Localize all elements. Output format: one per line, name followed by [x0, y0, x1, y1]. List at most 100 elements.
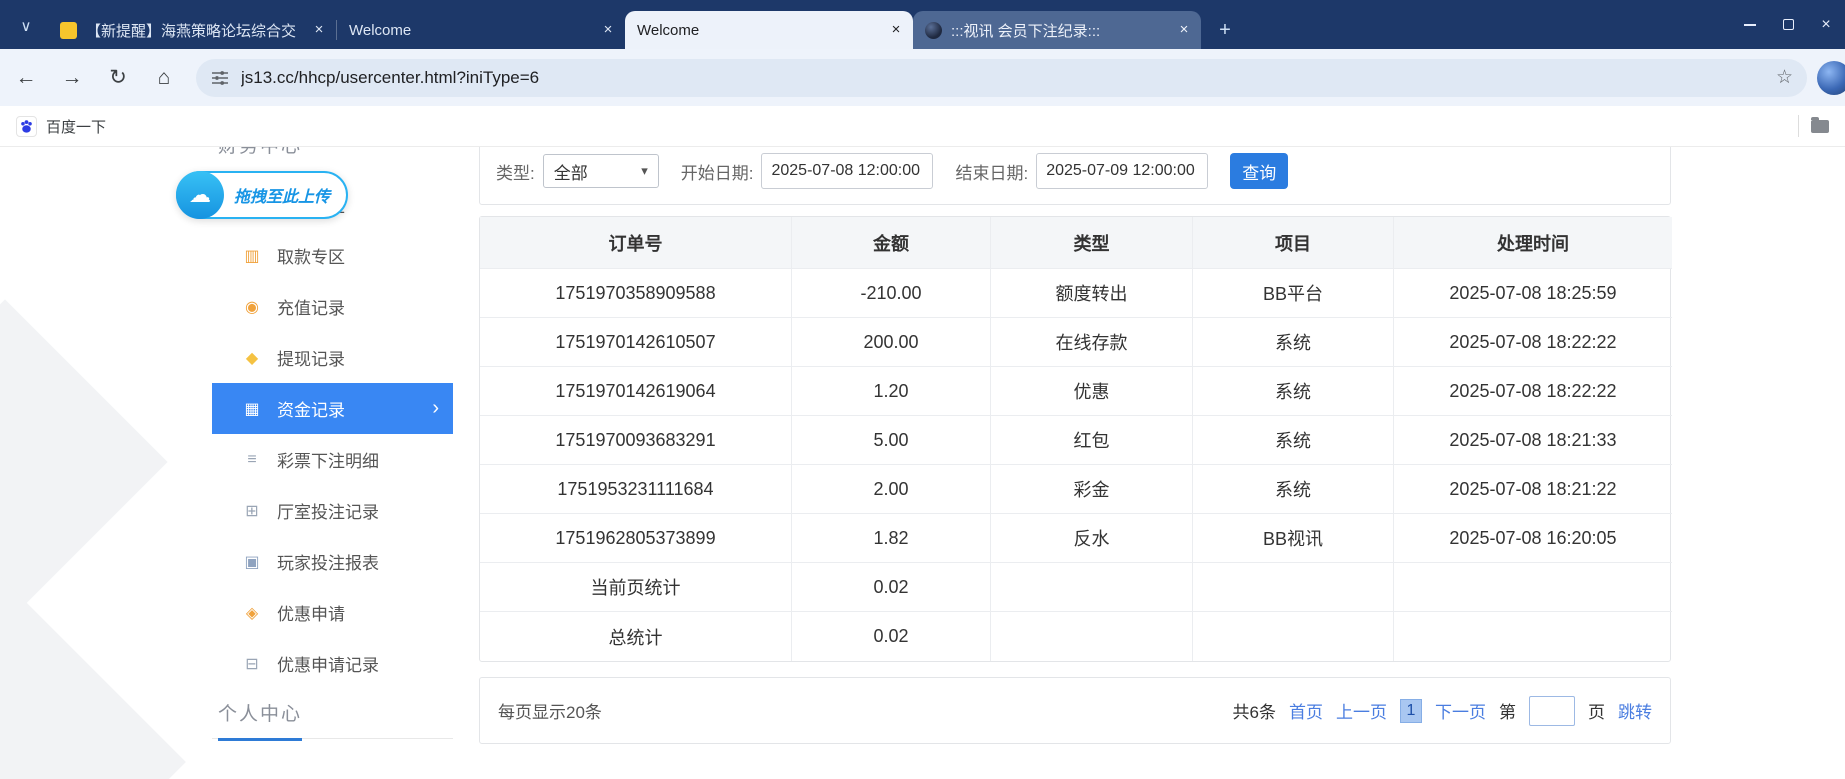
next-page-link[interactable]: 下一页 [1435, 698, 1486, 723]
table-cell: 0.02 [792, 612, 991, 661]
bookmarks-bar: 百度一下 [0, 106, 1845, 147]
total-count-text: 共6条 [1233, 698, 1276, 723]
home-icon[interactable]: ⌂ [144, 58, 184, 98]
sidebar-item-promo-apply-record[interactable]: ⊟ 优惠申请记录 [212, 638, 453, 689]
tab-welcome-1[interactable]: Welcome × [337, 11, 625, 49]
table-cell [1394, 563, 1672, 612]
table-cell: 1751962805373899 [480, 514, 792, 563]
tab-close-icon[interactable]: × [1175, 21, 1193, 39]
table-cell: 2025-07-08 18:22:22 [1394, 318, 1672, 367]
sidebar-item-label: 优惠申请记录 [277, 651, 379, 676]
forum-favicon [60, 22, 77, 39]
sidebar-item-label: 取款专区 [277, 243, 345, 268]
jump-prefix-label: 第 [1499, 698, 1516, 723]
bookmark-label: 百度一下 [46, 116, 106, 137]
sidebar-item-recharge-record[interactable]: ◉ 充值记录 [212, 281, 453, 332]
table-cell: 1751970142610507 [480, 318, 792, 367]
bookmark-star-icon[interactable]: ☆ [1776, 66, 1793, 89]
tab-video-records[interactable]: :::视讯 会员下注纪录::: × [913, 11, 1201, 49]
table-cell: 红包 [991, 416, 1193, 465]
table-cell: 2025-07-08 18:21:33 [1394, 416, 1672, 465]
table-row: 1751970142619064 1.20 优惠 系统 2025-07-08 1… [480, 367, 1670, 416]
start-date-label: 开始日期: [681, 159, 754, 184]
tab-welcome-2-active[interactable]: Welcome × [625, 11, 913, 49]
main-content: 类型: 全部 ▾ 开始日期: 结束日期: 查询 订单号 金额 类型 项目 处理时… [479, 147, 1671, 779]
other-bookmarks-folder-icon[interactable] [1811, 120, 1829, 133]
sidebar-item-promo-apply[interactable]: ◈ 优惠申请 [212, 587, 453, 638]
page-viewport: 财务中心 ▤ 存款专区 ▥ 取款专区 ◉ 充值记录 ◆ 提现记录 ▦ 资金记录 … [0, 147, 1845, 779]
table-cell [1394, 612, 1672, 661]
table-row: 1751970358909588 -210.00 额度转出 BB平台 2025-… [480, 269, 1670, 318]
table-cell: BB平台 [1193, 269, 1394, 318]
table-cell: 彩金 [991, 465, 1193, 514]
chevron-down-icon: ▾ [641, 163, 648, 179]
minimize-icon[interactable] [1731, 0, 1769, 49]
table-header-cell: 项目 [1193, 217, 1394, 269]
query-button[interactable]: 查询 [1230, 153, 1288, 189]
bookmarks-divider [1798, 115, 1799, 137]
jump-button[interactable]: 跳转 [1618, 698, 1652, 723]
baidu-favicon [16, 116, 37, 137]
maximize-icon[interactable] [1769, 0, 1807, 49]
table-row: 1751970093683291 5.00 红包 系统 2025-07-08 1… [480, 416, 1670, 465]
sidebar-item-lottery-bet-detail[interactable]: ≡ 彩票下注明细 [212, 434, 453, 485]
table-cell: 反水 [991, 514, 1193, 563]
sidebar-item-cashout-record[interactable]: ◆ 提现记录 [212, 332, 453, 383]
player-bet-report-icon: ▣ [242, 552, 262, 572]
sidebar-item-withdraw-zone[interactable]: ▥ 取款专区 [212, 230, 453, 281]
start-date-input[interactable] [761, 153, 933, 189]
table-cell: 1751953231111684 [480, 465, 792, 514]
sidebar-item-label: 厅室投注记录 [277, 498, 379, 523]
window-close-icon[interactable]: × [1807, 0, 1845, 49]
table-row: 1751962805373899 1.82 反水 BB视讯 2025-07-08… [480, 514, 1670, 563]
promo-apply-icon: ◈ [242, 603, 262, 623]
bookmark-baidu[interactable]: 百度一下 [16, 116, 106, 137]
tab-search-icon[interactable]: ∨ [12, 12, 40, 40]
site-settings-icon[interactable] [210, 68, 230, 88]
profile-avatar[interactable] [1817, 61, 1845, 95]
table-cell: -210.00 [792, 269, 991, 318]
end-date-input[interactable] [1036, 153, 1208, 189]
pagination-bar: 每页显示20条 共6条 首页 上一页 1 下一页 第 页 跳转 [479, 677, 1671, 744]
reload-icon[interactable]: ↻ [98, 58, 138, 98]
current-page-indicator[interactable]: 1 [1400, 699, 1422, 723]
table-cell [1193, 612, 1394, 661]
prev-page-link[interactable]: 上一页 [1336, 698, 1387, 723]
table-cell: 系统 [1193, 465, 1394, 514]
tab-close-icon[interactable]: × [887, 21, 905, 39]
table-summary-row-total: 总统计 0.02 [480, 612, 1670, 661]
forward-icon[interactable]: → [52, 58, 92, 98]
first-page-link[interactable]: 首页 [1289, 698, 1323, 723]
tab-title: :::视讯 会员下注纪录::: [951, 20, 1166, 41]
sidebar-section-finance: 财务中心 [212, 147, 453, 158]
tab-close-icon[interactable]: × [599, 21, 617, 39]
table-cell: 1.82 [792, 514, 991, 563]
sidebar-item-player-bet-report[interactable]: ▣ 玩家投注报表 [212, 536, 453, 587]
table-cell: 200.00 [792, 318, 991, 367]
table-row: 1751953231111684 2.00 彩金 系统 2025-07-08 1… [480, 465, 1670, 514]
table-cell: 2.00 [792, 465, 991, 514]
funds-record-icon: ▦ [242, 399, 262, 419]
sidebar-item-announcements[interactable]: ◉ 消息公告 [212, 765, 453, 779]
sidebar-item-label: 彩票下注明细 [277, 447, 379, 472]
back-icon[interactable]: ← [6, 58, 46, 98]
tab-close-icon[interactable]: × [310, 21, 328, 39]
page-jump-input[interactable] [1529, 696, 1575, 726]
new-tab-icon[interactable]: + [1211, 16, 1239, 44]
drag-upload-overlay[interactable]: ☁ 拖拽至此上传 [176, 171, 348, 219]
table-cell: 优惠 [991, 367, 1193, 416]
address-bar[interactable]: js13.cc/hhcp/usercenter.html?iniType=6 ☆ [196, 59, 1807, 97]
table-cell: 2025-07-08 18:22:22 [1394, 367, 1672, 416]
withdraw-icon: ▥ [242, 246, 262, 266]
filter-bar: 类型: 全部 ▾ 开始日期: 结束日期: 查询 [479, 147, 1671, 205]
type-select[interactable]: 全部 ▾ [543, 154, 659, 188]
tab-forum[interactable]: 【新提醒】海燕策略论坛综合交 × [48, 11, 336, 49]
sidebar-item-hall-bet-record[interactable]: ⊞ 厅室投注记录 [212, 485, 453, 536]
table-cell: 1751970358909588 [480, 269, 792, 318]
table-cell: BB视讯 [1193, 514, 1394, 563]
cashout-record-icon: ◆ [242, 348, 262, 368]
sidebar-item-funds-record[interactable]: ▦ 资金记录 › [212, 383, 453, 434]
pagination-controls: 共6条 首页 上一页 1 下一页 第 页 跳转 [1233, 696, 1652, 726]
promo-apply-record-icon: ⊟ [242, 654, 262, 674]
end-date-label: 结束日期: [955, 159, 1028, 184]
